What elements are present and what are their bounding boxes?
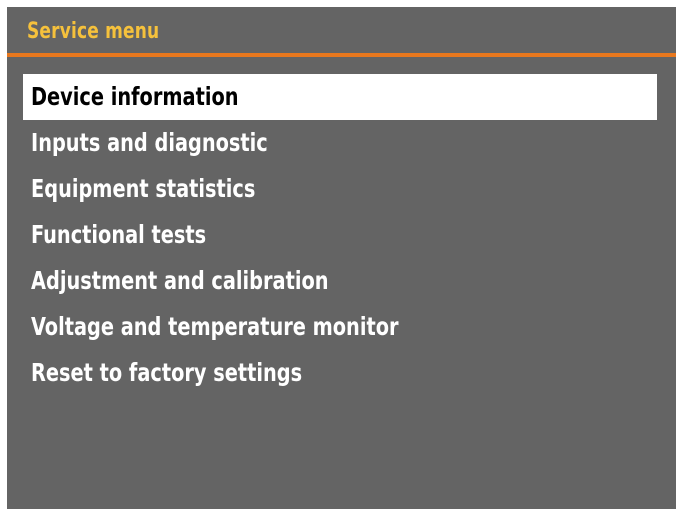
menu-item-equipment-statistics[interactable]: Equipment statistics	[23, 166, 657, 212]
menu-item-label: Adjustment and calibration	[31, 266, 329, 295]
menu-item-adjustment-and-calibration[interactable]: Adjustment and calibration	[23, 258, 657, 304]
menu-item-device-information[interactable]: Device information	[23, 74, 657, 120]
menu-item-label: Functional tests	[31, 220, 207, 249]
menu-item-label: Equipment statistics	[31, 174, 256, 203]
page-title: Service menu	[27, 19, 160, 44]
service-menu-list: Device information Inputs and diagnostic…	[23, 74, 657, 396]
menu-item-label: Reset to factory settings	[31, 358, 303, 387]
menu-item-label: Voltage and temperature monitor	[31, 312, 399, 341]
menu-item-voltage-and-temperature-monitor[interactable]: Voltage and temperature monitor	[23, 304, 657, 350]
menu-item-label: Device information	[31, 82, 239, 111]
title-bar: Service menu	[7, 7, 676, 53]
title-divider	[7, 53, 676, 57]
menu-item-label: Inputs and diagnostic	[31, 128, 268, 157]
menu-item-inputs-and-diagnostic[interactable]: Inputs and diagnostic	[23, 120, 657, 166]
menu-item-reset-to-factory-settings[interactable]: Reset to factory settings	[23, 350, 657, 396]
menu-item-functional-tests[interactable]: Functional tests	[23, 212, 657, 258]
service-menu-screen: Service menu Device information Inputs a…	[7, 7, 676, 509]
